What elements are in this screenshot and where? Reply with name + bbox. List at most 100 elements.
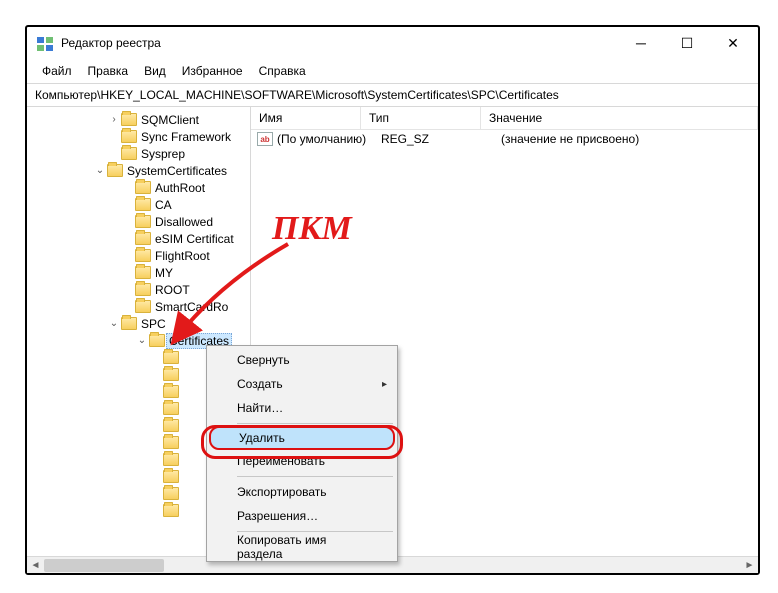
tree-node-label: FlightRoot — [155, 249, 210, 263]
tree-node-label: SmartCardRo — [155, 300, 228, 314]
context-menu-label: Экспортировать — [237, 485, 327, 499]
menu-favorites[interactable]: Избранное — [175, 61, 250, 81]
tree-node[interactable]: Sysprep — [27, 145, 250, 162]
folder-icon — [163, 402, 179, 415]
context-menu-label: Найти… — [237, 401, 283, 415]
folder-icon — [163, 351, 179, 364]
tree-node[interactable]: SPC — [27, 315, 250, 332]
menubar: Файл Правка Вид Избранное Справка — [27, 59, 758, 83]
folder-icon — [163, 504, 179, 517]
context-menu-label: Копировать имя раздела — [237, 533, 373, 561]
context-menu-item[interactable]: Переименовать — [209, 449, 395, 473]
tree-node-label: Sysprep — [141, 147, 185, 161]
folder-icon — [149, 334, 165, 347]
tree-node[interactable]: eSIM Certificat — [27, 230, 250, 247]
context-menu-label: Свернуть — [237, 353, 290, 367]
context-menu-item[interactable]: Экспортировать — [209, 480, 395, 504]
list-row[interactable]: ab (По умолчанию) REG_SZ (значение не пр… — [251, 130, 758, 148]
folder-icon — [163, 470, 179, 483]
regedit-icon — [35, 33, 55, 53]
col-value[interactable]: Значение — [481, 107, 758, 129]
folder-icon — [135, 198, 151, 211]
folder-icon — [107, 164, 123, 177]
context-menu-item[interactable]: Свернуть — [209, 348, 395, 372]
close-button[interactable]: ✕ — [710, 28, 756, 58]
scroll-left-icon[interactable]: ◄ — [27, 557, 44, 574]
tree-node-label: ROOT — [155, 283, 190, 297]
context-menu-item[interactable]: Разрешения… — [209, 504, 395, 528]
folder-icon — [163, 368, 179, 381]
expand-icon[interactable] — [135, 335, 149, 346]
tree-node-label: CA — [155, 198, 172, 212]
titlebar: Редактор реестра ─ ☐ ✕ — [27, 27, 758, 59]
folder-icon — [121, 130, 137, 143]
cell-value: (значение не присвоено) — [501, 132, 758, 146]
context-menu-item[interactable]: Удалить — [209, 426, 395, 450]
folder-icon — [121, 147, 137, 160]
tree-node-label: SystemCertificates — [127, 164, 227, 178]
list-header: Имя Тип Значение — [251, 107, 758, 130]
context-menu-label: Разрешения… — [237, 509, 318, 523]
context-menu-item[interactable]: Найти… — [209, 396, 395, 420]
col-name[interactable]: Имя — [251, 107, 361, 129]
scroll-right-icon[interactable]: ► — [741, 557, 758, 574]
folder-icon — [135, 300, 151, 313]
tree-node[interactable]: SystemCertificates — [27, 162, 250, 179]
context-menu-item[interactable]: Создать ▸ — [209, 372, 395, 396]
folder-icon — [135, 215, 151, 228]
folder-icon — [163, 436, 179, 449]
tree-node[interactable]: CA — [27, 196, 250, 213]
submenu-arrow-icon: ▸ — [382, 379, 387, 390]
menu-separator — [237, 531, 393, 532]
menu-view[interactable]: Вид — [137, 61, 173, 81]
folder-icon — [163, 419, 179, 432]
tree-node[interactable]: ROOT — [27, 281, 250, 298]
scroll-thumb[interactable] — [44, 559, 164, 572]
menu-help[interactable]: Справка — [252, 61, 313, 81]
folder-icon — [135, 249, 151, 262]
folder-icon — [135, 266, 151, 279]
tree-node-label: AuthRoot — [155, 181, 205, 195]
tree-node-label: Disallowed — [155, 215, 213, 229]
window-title: Редактор реестра — [61, 36, 618, 50]
tree-node[interactable]: FlightRoot — [27, 247, 250, 264]
menu-edit[interactable]: Правка — [81, 61, 136, 81]
folder-icon — [135, 181, 151, 194]
tree-node-label: MY — [155, 266, 173, 280]
context-menu-label: Создать — [237, 377, 283, 391]
col-type[interactable]: Тип — [361, 107, 481, 129]
address-bar[interactable]: Компьютер\HKEY_LOCAL_MACHINE\SOFTWARE\Mi… — [27, 83, 758, 107]
tree-node-label: eSIM Certificat — [155, 232, 234, 246]
folder-icon — [163, 385, 179, 398]
string-value-icon: ab — [257, 132, 273, 146]
tree-node-label: Sync Framework — [141, 130, 231, 144]
tree-node-label: SPC — [141, 317, 166, 331]
folder-icon — [121, 113, 137, 126]
menu-separator — [237, 423, 393, 424]
context-menu-item[interactable]: Копировать имя раздела — [209, 535, 395, 559]
tree-node[interactable]: SQMClient — [27, 111, 250, 128]
tree-node[interactable]: SmartCardRo — [27, 298, 250, 315]
folder-icon — [135, 232, 151, 245]
tree-node-label: SQMClient — [141, 113, 199, 127]
folder-icon — [163, 487, 179, 500]
folder-icon — [135, 283, 151, 296]
minimize-button[interactable]: ─ — [618, 28, 664, 58]
expand-icon[interactable] — [107, 318, 121, 329]
cell-name: (По умолчанию) — [277, 132, 381, 146]
cell-type: REG_SZ — [381, 132, 501, 146]
expand-icon[interactable] — [93, 165, 107, 176]
context-menu-label: Переименовать — [237, 454, 325, 468]
context-menu: Свернуть Создать ▸ Найти… Удалить Переименова… — [206, 345, 398, 562]
tree-node[interactable]: Sync Framework — [27, 128, 250, 145]
tree-node[interactable]: AuthRoot — [27, 179, 250, 196]
maximize-button[interactable]: ☐ — [664, 28, 710, 58]
folder-icon — [163, 453, 179, 466]
folder-icon — [121, 317, 137, 330]
context-menu-label: Удалить — [239, 431, 285, 445]
tree-node[interactable]: MY — [27, 264, 250, 281]
menu-file[interactable]: Файл — [35, 61, 79, 81]
tree-node[interactable]: Disallowed — [27, 213, 250, 230]
expand-icon[interactable] — [107, 114, 121, 125]
menu-separator — [237, 476, 393, 477]
